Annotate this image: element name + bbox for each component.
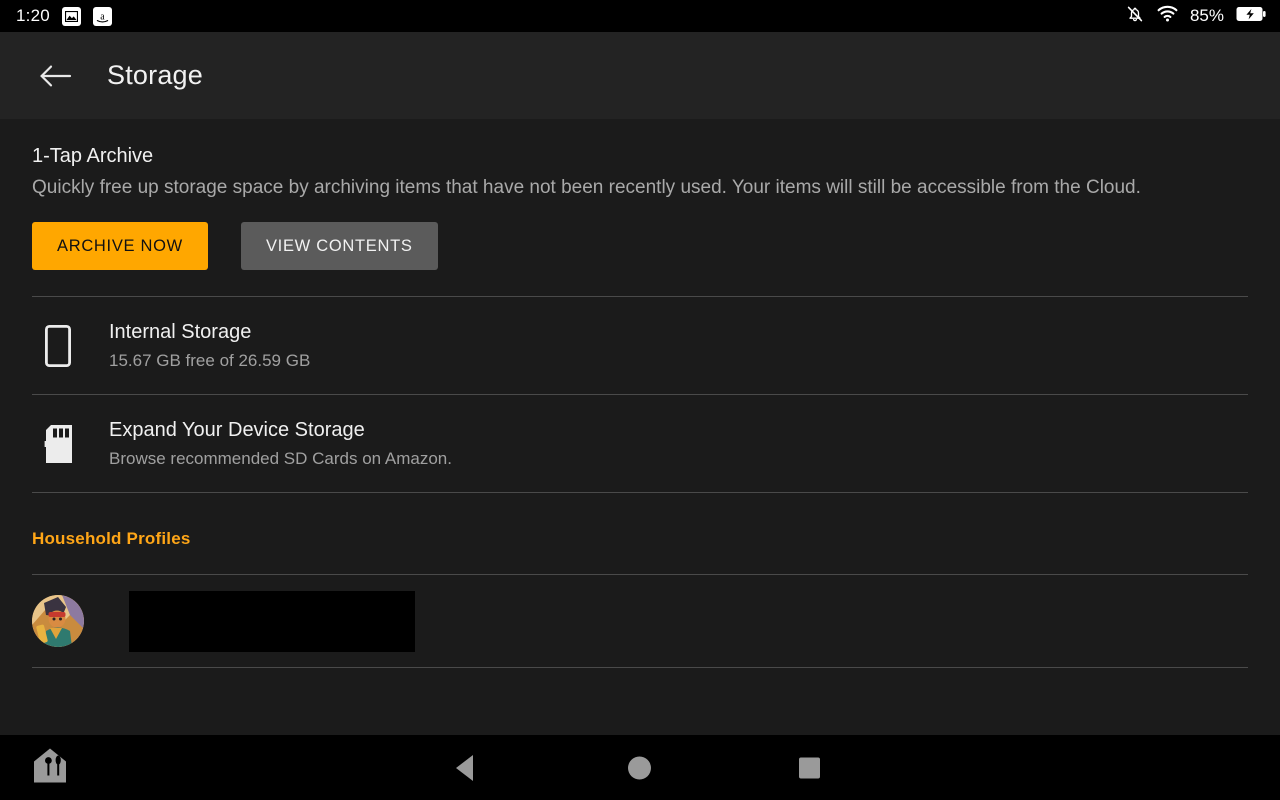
home-circle-icon[interactable] <box>628 756 651 779</box>
photos-icon <box>61 6 81 26</box>
status-bar-right: 85% <box>1125 4 1266 29</box>
sd-card-icon <box>34 424 82 463</box>
archive-now-button[interactable]: ARCHIVE NOW <box>32 222 208 271</box>
recents-square-icon[interactable] <box>799 757 820 778</box>
profile-name-redacted <box>129 590 415 652</box>
amazon-app-icon: a <box>92 6 112 26</box>
back-triangle-icon[interactable] <box>456 754 473 781</box>
avatar <box>32 595 84 648</box>
system-navigation-bar <box>0 735 1280 800</box>
storage-settings-screen: 1:20 a 85% Storage 1-Tap Archive Quickly… <box>0 0 1280 800</box>
expand-storage-text: Expand Your Device Storage Browse recomm… <box>109 419 452 469</box>
status-clock: 1:20 <box>16 6 50 25</box>
expand-storage-title: Expand Your Device Storage <box>109 418 365 441</box>
app-bar: Storage <box>0 32 1280 119</box>
household-home-icon[interactable] <box>33 747 67 788</box>
svg-text:a: a <box>100 11 105 22</box>
divider <box>32 667 1248 669</box>
back-arrow-icon[interactable] <box>33 54 77 98</box>
battery-charging-icon <box>1236 6 1266 27</box>
tablet-device-icon <box>34 324 82 367</box>
wifi-icon <box>1157 5 1178 27</box>
notifications-muted-icon <box>1125 4 1145 29</box>
archive-section-description: Quickly free up storage space by archivi… <box>32 177 1141 198</box>
status-bar-left: 1:20 a <box>16 6 112 26</box>
profile-row[interactable] <box>32 575 1248 667</box>
view-contents-button[interactable]: VIEW CONTENTS <box>240 222 438 271</box>
household-profiles-heading: Household Profiles <box>32 529 191 549</box>
expand-storage-row[interactable]: Expand Your Device Storage Browse recomm… <box>32 395 1248 492</box>
archive-section-title: 1-Tap Archive <box>32 145 154 167</box>
archive-button-row: ARCHIVE NOW VIEW CONTENTS <box>32 222 1248 271</box>
battery-percent-label: 85% <box>1189 6 1224 25</box>
internal-storage-subtitle: 15.67 GB free of 26.59 GB <box>109 350 311 370</box>
divider <box>32 492 1248 494</box>
expand-storage-subtitle: Browse recommended SD Cards on Amazon. <box>109 448 452 468</box>
internal-storage-text: Internal Storage 15.67 GB free of 26.59 … <box>109 321 310 371</box>
one-tap-archive-section: 1-Tap Archive Quickly free up storage sp… <box>32 119 1248 271</box>
page-title: Storage <box>107 60 203 90</box>
internal-storage-row[interactable]: Internal Storage 15.67 GB free of 26.59 … <box>32 297 1248 394</box>
status-bar: 1:20 a 85% <box>0 0 1280 32</box>
settings-content: 1-Tap Archive Quickly free up storage sp… <box>0 119 1280 735</box>
internal-storage-title: Internal Storage <box>109 320 252 343</box>
